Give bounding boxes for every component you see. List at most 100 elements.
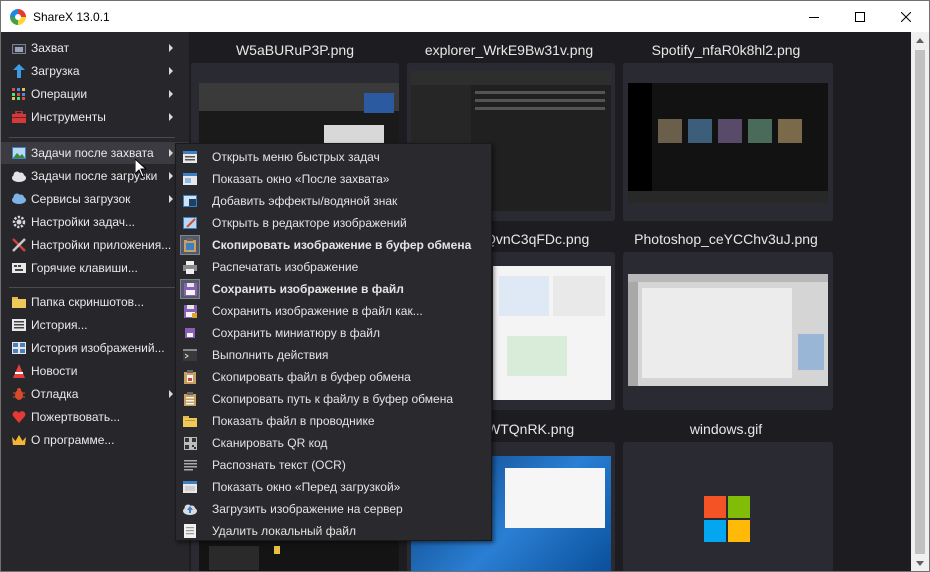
submenu-arrow-icon	[169, 44, 173, 52]
thumbnail-preview	[628, 274, 828, 386]
submenu-item-open-in-image-editor[interactable]: Открыть в редакторе изображений	[177, 212, 490, 234]
sidebar-item-hotkey-settings[interactable]: Горячие клавиши...	[1, 257, 189, 279]
submenu-item-show-quick-task-menu[interactable]: Открыть меню быстрых задач	[177, 146, 490, 168]
clipboard-image-icon	[180, 235, 200, 255]
submenu-arrow-icon	[169, 67, 173, 75]
submenu-item-upload-image-to-host[interactable]: Загрузить изображение на сервер	[177, 498, 490, 520]
submenu-item-show-file-in-explorer[interactable]: Показать файл в проводнике	[177, 410, 490, 432]
thumbnail-image[interactable]	[623, 442, 833, 571]
keyboard-icon	[11, 260, 27, 276]
grid-dots-icon	[11, 86, 27, 102]
megaphone-icon	[11, 363, 27, 379]
sidebar-item-workflows[interactable]: Операции	[1, 83, 189, 105]
sidebar-item-debug[interactable]: Отладка	[1, 383, 189, 405]
window-title: ShareX 13.0.1	[33, 10, 110, 24]
close-icon	[901, 11, 911, 22]
thumbnail-image[interactable]	[623, 252, 833, 410]
sidebar-item-about[interactable]: О программе...	[1, 429, 189, 451]
sidebar-item-label: История...	[31, 318, 88, 332]
submenu-arrow-icon	[169, 90, 173, 98]
camera-icon	[11, 40, 27, 56]
folder-icon	[11, 294, 27, 310]
window-upload-icon	[182, 479, 198, 495]
submenu-item-show-after-capture-window[interactable]: Показать окно «После захвата»	[177, 168, 490, 190]
floppy-disk-icon	[180, 279, 200, 299]
image-editor-icon	[182, 215, 198, 231]
thumbnail-image[interactable]	[191, 540, 399, 571]
sidebar-divider	[9, 137, 175, 138]
text-lines-icon	[182, 457, 198, 473]
thumbnail-title: Spotify_nfaR0k8hl2.png	[651, 42, 801, 58]
sidebar-item-label: История изображений...	[31, 341, 165, 355]
clipboard-file-icon	[182, 369, 198, 385]
quick-menu-icon	[182, 149, 198, 165]
title-bar: ShareX 13.0.1	[1, 1, 929, 32]
submenu-item-copy-file-path[interactable]: Скопировать путь к файлу в буфер обмена	[177, 388, 490, 410]
sidebar-item-screenshots-folder[interactable]: Папка скриншотов...	[1, 291, 189, 313]
submenu-item-copy-file-to-clipboard[interactable]: Скопировать файл в буфер обмена	[177, 366, 490, 388]
scroll-down-arrow-icon[interactable]	[916, 561, 924, 566]
sidebar-item-tools[interactable]: Инструменты	[1, 106, 189, 128]
sidebar-item-application-settings[interactable]: Настройки приложения...	[1, 234, 189, 256]
cloud-icon	[11, 168, 27, 184]
submenu-item-save-image-as[interactable]: Сохранить изображение в файл как...	[177, 300, 490, 322]
minimize-button[interactable]	[791, 1, 837, 32]
sidebar-item-upload[interactable]: Загрузка	[1, 60, 189, 82]
maximize-icon	[855, 11, 865, 22]
sidebar-item-history[interactable]: История...	[1, 314, 189, 336]
submenu-item-copy-image-to-clipboard[interactable]: Скопировать изображение в буфер обмена	[177, 234, 490, 256]
submenu-item-delete-local-file[interactable]: Удалить локальный файл	[177, 520, 490, 542]
sidebar-item-news[interactable]: Новости	[1, 360, 189, 382]
delete-file-icon	[182, 523, 198, 539]
thumbnail-title: explorer_WrkE9Bw31v.png	[424, 42, 594, 58]
submenu-arrow-icon	[169, 113, 173, 121]
printer-icon	[182, 259, 198, 275]
image-history-icon	[11, 340, 27, 356]
folder-open-icon	[182, 413, 198, 429]
vertical-scrollbar[interactable]	[911, 32, 929, 571]
sidebar-item-label: О программе...	[31, 433, 115, 447]
sidebar-item-task-settings[interactable]: Настройки задач...	[1, 211, 189, 233]
after-capture-tasks-submenu: Открыть меню быстрых задач Показать окно…	[175, 143, 492, 541]
sidebar-item-label: Задачи после захвата	[31, 146, 154, 160]
heart-icon	[11, 409, 27, 425]
maximize-button[interactable]	[837, 1, 883, 32]
submenu-item-print-image[interactable]: Распечатать изображение	[177, 256, 490, 278]
submenu-item-show-before-upload-window[interactable]: Показать окно «Перед загрузкой»	[177, 476, 490, 498]
floppy-disk-as-icon	[182, 303, 198, 319]
sharex-window: ShareX 13.0.1 Захват Загрузка Операции И…	[0, 0, 930, 572]
terminal-icon	[182, 347, 198, 363]
sidebar-item-label: Папка скриншотов...	[31, 295, 145, 309]
upload-arrow-icon	[11, 63, 27, 79]
sidebar-item-image-history[interactable]: История изображений...	[1, 337, 189, 359]
sidebar-item-capture[interactable]: Захват	[1, 37, 189, 59]
sidebar-item-label: Отладка	[31, 387, 79, 401]
submenu-item-save-thumbnail[interactable]: Сохранить миниатюру в файл	[177, 322, 490, 344]
submenu-arrow-icon	[169, 195, 173, 203]
scrollbar-thumb[interactable]	[915, 50, 925, 554]
sidebar-item-after-upload-tasks[interactable]: Задачи после загрузки	[1, 165, 189, 187]
gear-icon	[11, 214, 27, 230]
main-menu-sidebar: Захват Загрузка Операции Инструменты Зад…	[1, 32, 189, 571]
submenu-item-add-image-effects[interactable]: Добавить эффекты/водяной знак	[177, 190, 490, 212]
thumbnail-title: W5aBURuP3P.png	[235, 42, 355, 58]
thumbnail-image[interactable]	[623, 63, 833, 221]
sidebar-item-donate[interactable]: Пожертвовать...	[1, 406, 189, 428]
sidebar-item-after-capture-tasks[interactable]: Задачи после захвата	[1, 142, 189, 164]
sidebar-item-label: Инструменты	[31, 110, 106, 124]
cloud-server-icon	[11, 191, 27, 207]
mouse-pointer-icon	[135, 159, 147, 178]
sharex-logo-icon	[10, 9, 26, 25]
bug-icon	[11, 386, 27, 402]
sidebar-item-destinations[interactable]: Сервисы загрузок	[1, 188, 189, 210]
submenu-item-recognize-text-ocr[interactable]: Распознать текст (OCR)	[177, 454, 490, 476]
submenu-item-scan-qr-code[interactable]: Сканировать QR код	[177, 432, 490, 454]
window-icon	[182, 171, 198, 187]
submenu-item-save-image-to-file[interactable]: Сохранить изображение в файл	[177, 278, 490, 300]
scroll-up-arrow-icon[interactable]	[916, 38, 924, 43]
sidebar-item-label: Пожертвовать...	[31, 410, 121, 424]
thumbnail-preview	[493, 266, 611, 400]
close-button[interactable]	[883, 1, 929, 32]
submenu-item-perform-actions[interactable]: Выполнить действия	[177, 344, 490, 366]
image-task-icon	[11, 145, 27, 161]
